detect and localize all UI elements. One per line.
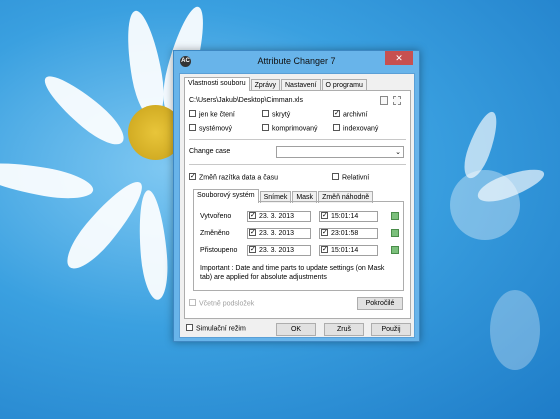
created-date-checkbox[interactable] [249,211,256,219]
file-info-icon[interactable] [380,96,388,105]
modified-time-input[interactable]: 23:01:58 [319,228,378,239]
created-now-button[interactable] [391,212,399,220]
modified-time-checkbox[interactable] [321,228,328,236]
modified-date-checkbox[interactable] [249,228,256,236]
archive-checkbox[interactable] [333,110,340,117]
accessed-label: Přistoupeno [200,247,238,254]
title-bar[interactable]: AC Attribute Changer 7 ✕ [174,51,419,73]
accessed-now-button[interactable] [391,246,399,254]
attribute-changer-window: AC Attribute Changer 7 ✕ Vlastnosti soub… [173,50,420,342]
indexed-checkbox[interactable] [333,124,340,131]
attr-compressed[interactable]: komprimovaný [262,124,318,132]
created-label: Vytvořeno [200,213,232,220]
attr-system[interactable]: systémový [189,124,232,132]
simulation-mode-option[interactable]: Simulační režim [186,324,246,332]
tab-file-properties[interactable]: Vlastnosti souboru [184,77,250,91]
mask-note: Important : Date and time parts to updat… [200,265,385,281]
change-case-label: Change case [189,148,231,155]
created-date-input[interactable]: 23. 3. 2013 [247,211,311,222]
accessed-date-input[interactable]: 23. 3. 2013 [247,245,311,256]
advanced-button[interactable]: Pokročilé [357,297,403,310]
compressed-checkbox[interactable] [262,124,269,131]
attr-hidden[interactable]: skrytý [262,110,290,118]
main-tabs: Vlastnosti souboru Zprávy Nastavení O pr… [184,77,368,91]
timestamps-option[interactable]: Změň razítka data a času [189,173,278,181]
accessed-time-checkbox[interactable] [321,245,328,253]
system-checkbox[interactable] [189,124,196,131]
dialog-client: Vlastnosti souboru Zprávy Nastavení O pr… [179,73,415,338]
close-button[interactable]: ✕ [385,51,413,65]
include-subfolders-checkbox[interactable] [189,299,196,306]
readonly-checkbox[interactable] [189,110,196,117]
simulation-checkbox[interactable] [186,324,193,331]
timestamps-checkbox[interactable] [189,173,196,180]
change-case-select[interactable]: ⌄ [276,146,404,158]
attr-archive[interactable]: archivní [333,110,368,118]
window-title: Attribute Changer 7 [257,56,336,66]
attr-readonly[interactable]: jen ke čtení [189,110,235,118]
filesystem-panel: Vytvořeno 23. 3. 2013 15:01:14 Změněno 2… [193,201,404,291]
ok-button[interactable]: OK [276,323,316,336]
subtab-filesystem[interactable]: Souborový systém [193,189,259,203]
divider [189,139,406,140]
file-path: C:\Users\Jakub\Desktop\Cimman.xls [189,97,303,104]
accessed-date-checkbox[interactable] [249,245,256,253]
file-properties-panel: C:\Users\Jakub\Desktop\Cimman.xls jen ke… [184,90,411,319]
apply-button[interactable]: Použij [371,323,411,336]
cancel-button[interactable]: Zruš [324,323,364,336]
include-subfolders-option[interactable]: Včetně podsložek [189,299,254,307]
modified-label: Změněno [200,230,230,237]
created-time-input[interactable]: 15:01:14 [319,211,378,222]
hidden-checkbox[interactable] [262,110,269,117]
attr-indexed[interactable]: indexovaný [333,124,378,132]
accessed-time-input[interactable]: 15:01:14 [319,245,378,256]
modified-date-input[interactable]: 23. 3. 2013 [247,228,311,239]
chevron-down-icon: ⌄ [395,149,401,156]
created-time-checkbox[interactable] [321,211,328,219]
file-open-icon[interactable] [393,96,401,105]
divider [189,164,406,165]
modified-now-button[interactable] [391,229,399,237]
relative-option[interactable]: Relativní [332,173,369,181]
relative-checkbox[interactable] [332,173,339,180]
